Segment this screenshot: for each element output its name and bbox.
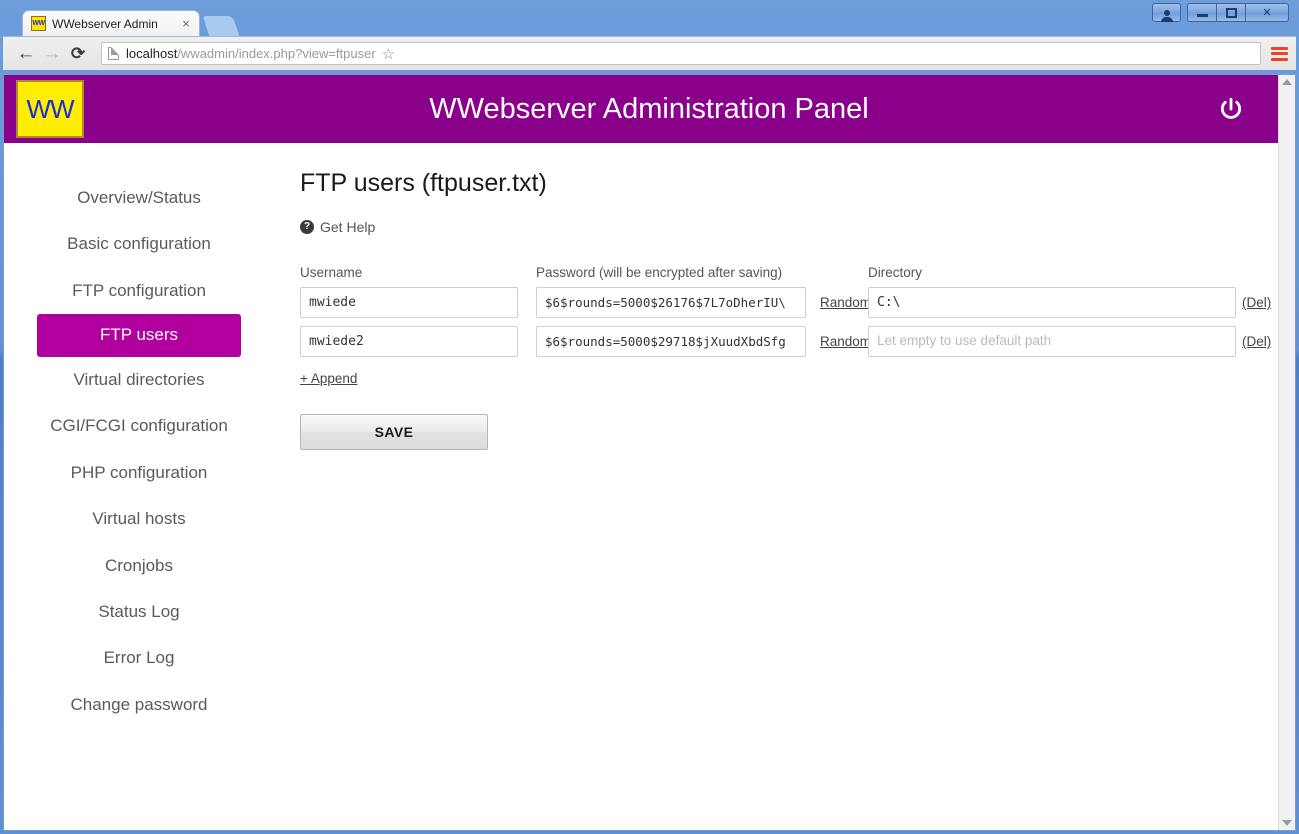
get-help-link[interactable]: ? Get Help — [300, 219, 375, 235]
content-title: FTP users (ftpuser.txt) — [300, 169, 547, 197]
page-viewport: WW WWebserver Administration Panel Overv… — [3, 74, 1296, 831]
app-logo-text: WW — [26, 94, 74, 124]
random-password-link-0[interactable]: Random — [806, 295, 871, 310]
username-input-0[interactable] — [300, 287, 518, 318]
column-header-directory: Directory — [868, 265, 923, 280]
tab-title: WWebserver Admin — [52, 16, 158, 31]
url-path: /wwadmin/index.php?view=ftpuser — [177, 46, 376, 61]
password-input-0[interactable] — [536, 287, 806, 318]
vertical-scrollbar[interactable] — [1278, 75, 1295, 830]
favicon-ww-icon: WW — [31, 16, 46, 31]
sidebar-item-change-password[interactable]: Change password — [4, 682, 274, 728]
url-host: localhost — [126, 46, 178, 61]
random-password-link-1[interactable]: Random — [806, 334, 871, 349]
sidebar-item-php-configuration[interactable]: PHP configuration — [4, 450, 274, 496]
table-row: Random (Del) — [300, 287, 1271, 318]
form-column-headers: Username Password (will be encrypted aft… — [300, 265, 1268, 280]
menu-bar-2 — [1271, 52, 1288, 55]
username-input-1[interactable] — [300, 326, 518, 357]
sidebar-item-virtual-hosts[interactable]: Virtual hosts — [4, 496, 274, 542]
browser-toolbar: ← → ⟳ localhost/wwadmin/index.php?view=f… — [3, 36, 1296, 70]
main-content: FTP users (ftpuser.txt) ? Get Help Usern… — [274, 169, 1278, 728]
url-text: localhost/wwadmin/index.php?view=ftpuser — [126, 46, 376, 61]
menu-bar-1 — [1271, 46, 1288, 50]
forward-icon[interactable]: → — [39, 44, 65, 63]
directory-input-1[interactable] — [868, 326, 1236, 357]
sidebar-item-cgi-fcgi-configuration[interactable]: CGI/FCGI configuration — [4, 403, 274, 449]
web-page: WW WWebserver Administration Panel Overv… — [4, 75, 1278, 830]
address-bar[interactable]: localhost/wwadmin/index.php?view=ftpuser… — [101, 42, 1261, 65]
sidebar-item-error-log[interactable]: Error Log — [4, 635, 274, 681]
sidebar-item-ftp-users[interactable]: FTP users — [37, 314, 241, 357]
new-tab-button[interactable] — [202, 16, 240, 36]
minimize-button[interactable] — [1187, 3, 1216, 22]
window-controls: ✕ — [1152, 3, 1289, 22]
close-tab-icon[interactable]: × — [179, 16, 193, 31]
logout-power-icon[interactable] — [1218, 96, 1244, 122]
maximize-icon — [1225, 7, 1237, 18]
sidebar-item-ftp-configuration[interactable]: FTP configuration — [4, 268, 274, 314]
directory-input-0[interactable] — [868, 287, 1236, 318]
column-header-username: Username — [300, 265, 363, 280]
browser-tab[interactable]: WW WWebserver Admin × — [22, 10, 200, 36]
app-body: Overview/Status Basic configuration FTP … — [4, 143, 1278, 728]
menu-bar-3 — [1271, 57, 1288, 61]
sidebar-item-virtual-directories[interactable]: Virtual directories — [4, 357, 274, 403]
column-header-password: Password (will be encrypted after saving… — [536, 265, 783, 280]
browser-titlebar: WW WWebserver Admin × ✕ — [0, 0, 1299, 36]
maximize-button[interactable] — [1216, 3, 1245, 22]
app-logo: WW — [16, 80, 84, 138]
person-icon — [1160, 9, 1173, 22]
delete-row-link-0[interactable]: (Del) — [1236, 295, 1271, 310]
append-row-link[interactable]: + Append — [300, 371, 357, 386]
user-account-button[interactable] — [1152, 3, 1181, 22]
bookmark-star-icon[interactable]: ☆ — [382, 45, 395, 63]
browser-window: WW WWebserver Admin × ✕ ← → ⟳ localhost/… — [0, 0, 1299, 834]
close-window-button[interactable]: ✕ — [1245, 3, 1289, 22]
get-help-label: Get Help — [320, 219, 376, 235]
sidebar-item-overview-status[interactable]: Overview/Status — [4, 175, 274, 221]
table-row: Random (Del) — [300, 326, 1271, 357]
back-icon[interactable]: ← — [13, 44, 39, 63]
delete-row-link-1[interactable]: (Del) — [1236, 334, 1271, 349]
page-document-icon — [108, 47, 119, 60]
minimize-icon — [1196, 14, 1208, 17]
save-button[interactable]: SAVE — [300, 414, 488, 450]
sidebar: Overview/Status Basic configuration FTP … — [4, 169, 274, 728]
app-header: WW WWebserver Administration Panel — [4, 75, 1278, 143]
password-input-1[interactable] — [536, 326, 806, 357]
scroll-up-icon[interactable] — [1282, 79, 1292, 85]
sidebar-item-status-log[interactable]: Status Log — [4, 589, 274, 635]
question-mark-icon: ? — [300, 220, 314, 234]
favicon-label: WW — [32, 20, 45, 27]
chrome-menu-icon[interactable] — [1271, 46, 1288, 61]
sidebar-item-cronjobs[interactable]: Cronjobs — [4, 543, 274, 589]
ftp-users-form: Username Password (will be encrypted aft… — [300, 265, 1271, 450]
reload-icon[interactable]: ⟳ — [65, 45, 91, 62]
sidebar-item-basic-configuration[interactable]: Basic configuration — [4, 221, 274, 267]
scroll-down-icon[interactable] — [1282, 820, 1292, 826]
page-title: WWebserver Administration Panel — [429, 92, 869, 125]
